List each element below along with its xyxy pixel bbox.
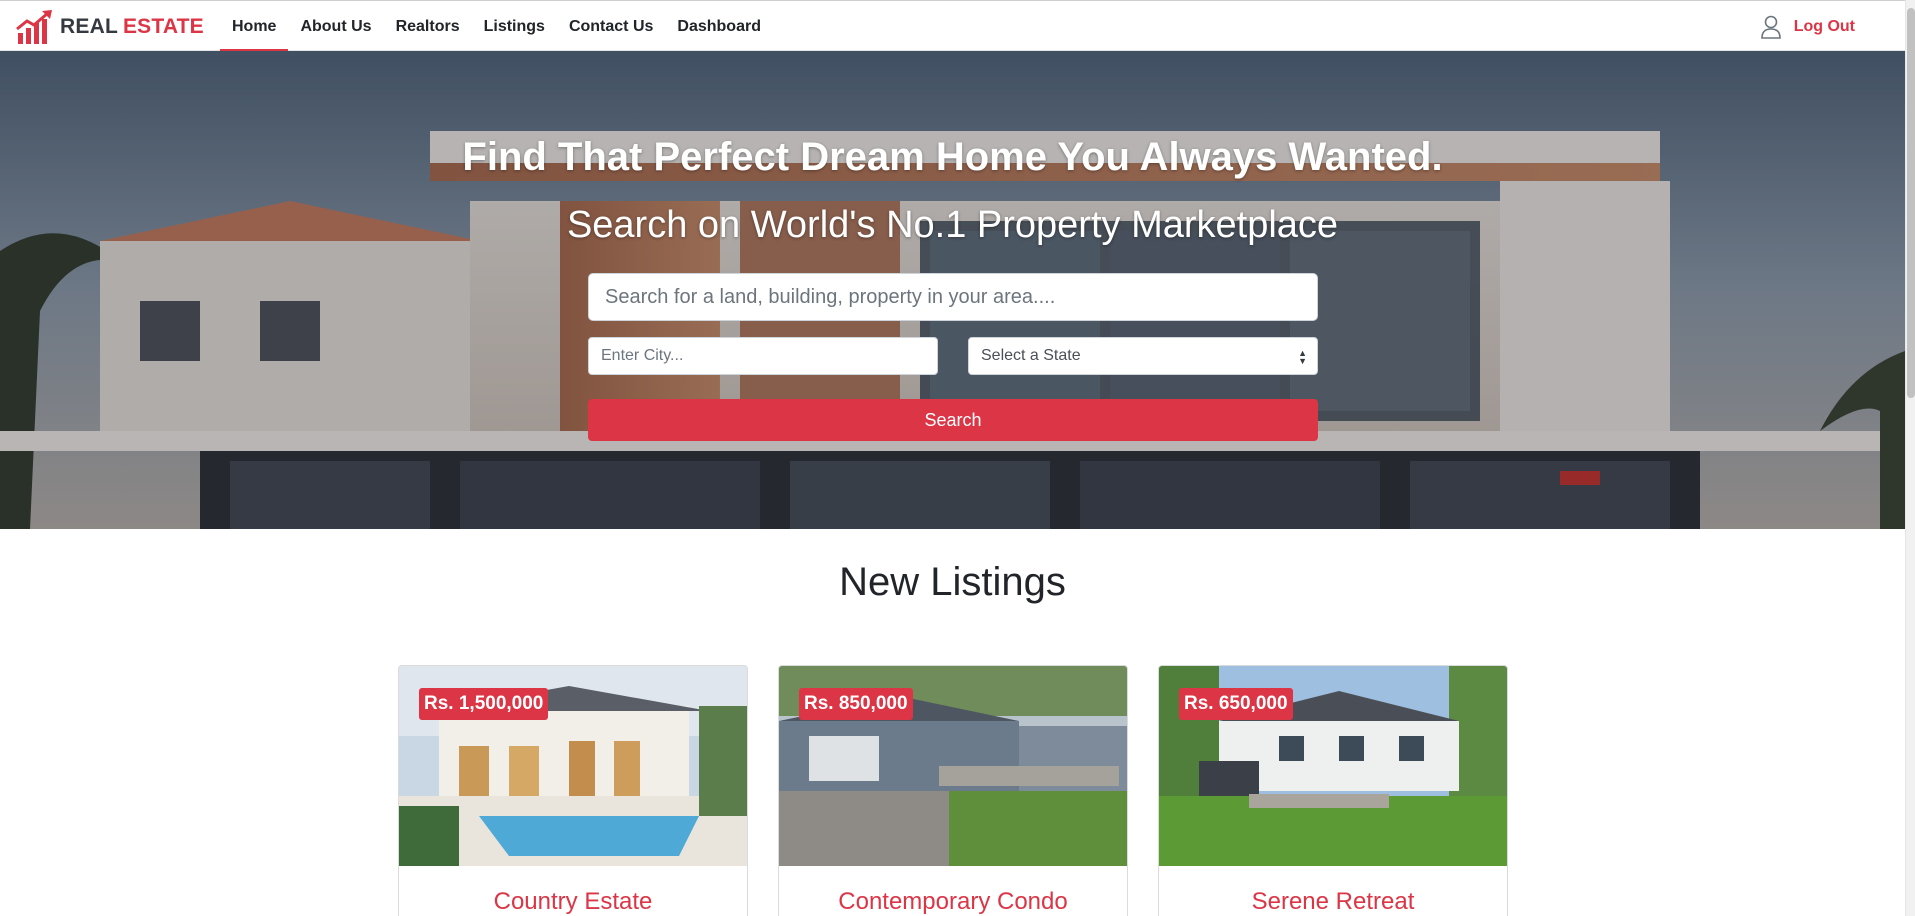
hero-title: Find That Perfect Dream Home You Always … — [462, 135, 1443, 179]
listing-title[interactable]: Serene Retreat — [1159, 888, 1507, 916]
nav-dashboard[interactable]: Dashboard — [665, 1, 773, 52]
listing-title[interactable]: Country Estate — [399, 888, 747, 916]
listing-card[interactable]: Rs. 850,000 Contemporary Condo — [778, 665, 1128, 916]
bar-chart-logo-icon — [16, 10, 52, 44]
sort-arrows-icon: ▲ ▼ — [1298, 348, 1307, 366]
section-title: New Listings — [839, 560, 1066, 604]
listing-card[interactable]: Rs. 650,000 Serene Retreat — [1158, 665, 1508, 916]
state-select[interactable]: Select a State ▲ ▼ — [968, 337, 1318, 375]
logout-link[interactable]: Log Out — [1794, 18, 1855, 36]
hero-subtitle: Search on World's No.1 Property Marketpl… — [566, 204, 1339, 246]
user-icon — [1760, 15, 1781, 39]
user-menu: Log Out — [1760, 1, 1855, 52]
city-input[interactable] — [588, 337, 938, 375]
price-badge: Rs. 850,000 — [799, 688, 913, 720]
price-badge: Rs. 1,500,000 — [419, 688, 549, 720]
state-select-value: Select a State — [981, 347, 1081, 364]
nav-home[interactable]: Home — [220, 1, 289, 52]
page-scrollbar[interactable] — [1905, 0, 1915, 916]
search-button[interactable]: Search — [588, 399, 1318, 441]
brand-name-estate: ESTATE — [122, 15, 204, 38]
brand-logo[interactable]: REAL ESTATE — [16, 9, 204, 45]
listing-card[interactable]: Rs. 1,500,000 Country Estate — [398, 665, 748, 916]
main-nav: Home About Us Realtors Listings Contact … — [220, 1, 773, 52]
top-navbar: REAL ESTATE Home About Us Realtors Listin… — [0, 0, 1905, 52]
listing-title[interactable]: Contemporary Condo — [779, 888, 1127, 916]
brand-name-real: REAL — [60, 15, 118, 38]
nav-listings[interactable]: Listings — [472, 1, 557, 52]
nav-realtors[interactable]: Realtors — [384, 1, 472, 52]
scrollbar-thumb[interactable] — [1907, 8, 1915, 398]
hero-section: Find That Perfect Dream Home You Always … — [0, 51, 1905, 529]
nav-contact-us[interactable]: Contact Us — [557, 1, 665, 52]
search-input[interactable] — [588, 273, 1318, 321]
nav-about-us[interactable]: About Us — [288, 1, 383, 52]
price-badge: Rs. 650,000 — [1179, 688, 1293, 720]
